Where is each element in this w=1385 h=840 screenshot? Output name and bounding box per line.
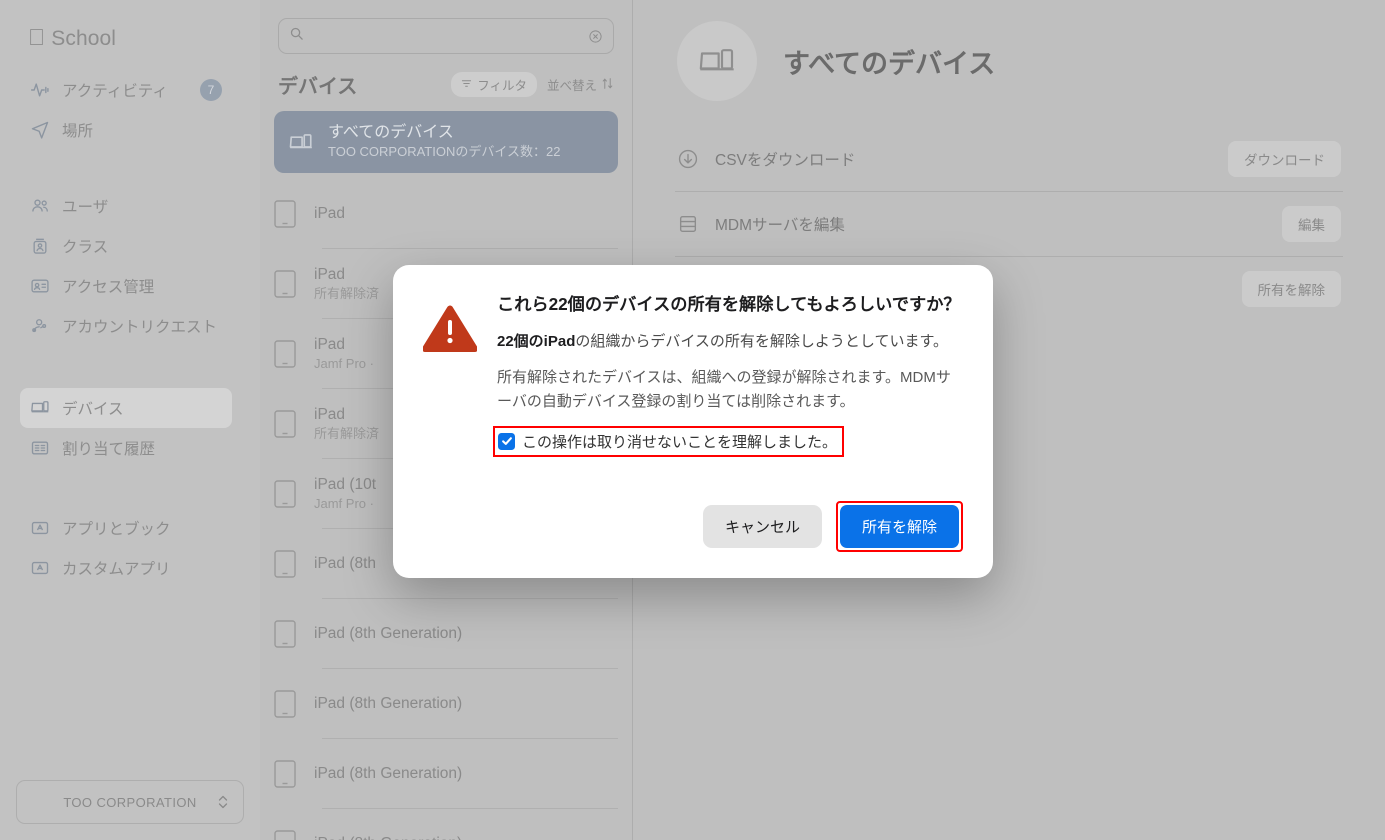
dialog-body: これら22個のデバイスの所有を解除してもよろしいですか？ 22個のiPadの組織… — [493, 293, 963, 552]
release-ownership-dialog: これら22個のデバイスの所有を解除してもよろしいですか？ 22個のiPadの組織… — [393, 265, 993, 578]
dialog-paragraph-1-rest: の組織からデバイスの所有を解除しようとしています。 — [575, 333, 948, 351]
cancel-button[interactable]: キャンセル — [702, 504, 822, 548]
dialog-paragraph-1: 22個のiPadの組織からデバイスの所有を解除しようとしています。 — [497, 330, 963, 353]
dialog-paragraph-2: 所有解除されたデバイスは、組織への登録が解除されます。MDMサーバの自動デバイス… — [497, 369, 951, 410]
dialog-paragraph-1-strong: 22個のiPad — [497, 333, 576, 351]
confirm-button-highlight: 所有を解除 — [835, 500, 963, 552]
warning-triangle-icon — [423, 293, 477, 552]
acknowledge-checkbox-row[interactable]: この操作は取り消せないことを理解しました。 — [493, 425, 845, 457]
acknowledge-checkbox-label: この操作は取り消せないことを理解しました。 — [522, 433, 838, 451]
confirm-release-button[interactable]: 所有を解除 — [839, 504, 959, 548]
app-root:  School アクティビティ 7 場所 — [0, 0, 1385, 840]
acknowledge-checkbox[interactable] — [498, 432, 515, 450]
checkmark-icon — [501, 437, 512, 446]
dialog-actions: キャンセル 所有を解除 — [497, 500, 963, 552]
dialog-title: これら22個のデバイスの所有を解除してもよろしいですか？ — [497, 294, 961, 314]
